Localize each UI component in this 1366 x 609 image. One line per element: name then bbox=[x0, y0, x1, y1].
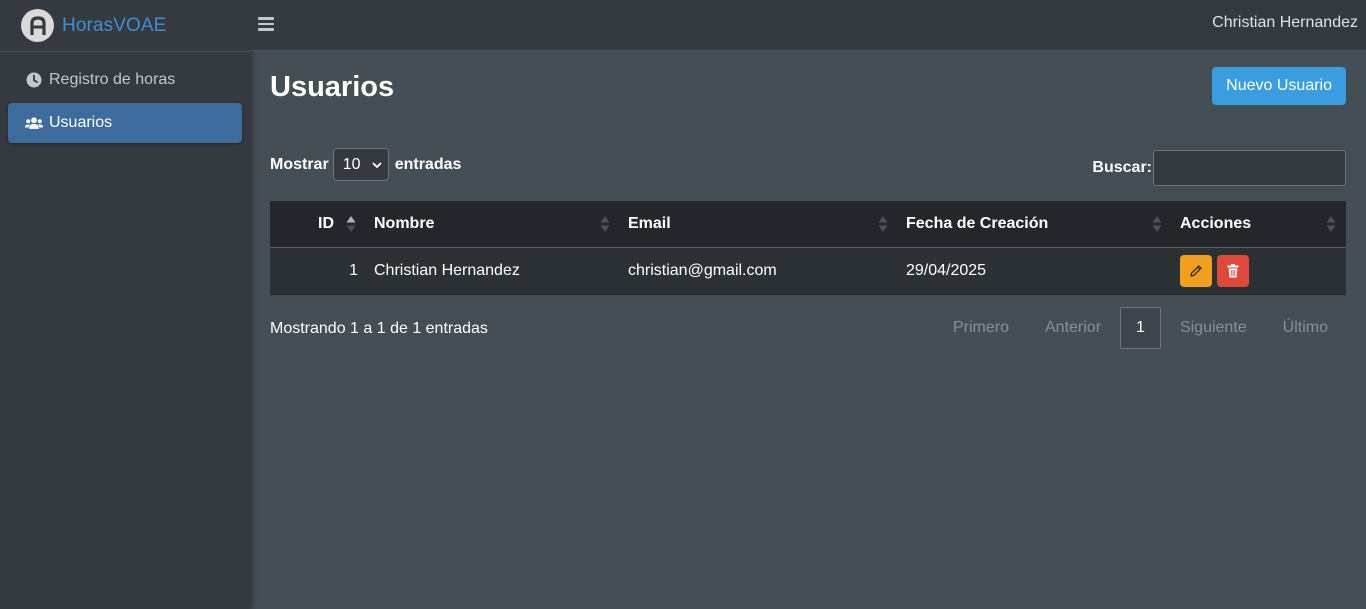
search-control: Buscar: bbox=[1092, 150, 1346, 186]
page-length-value: 10 bbox=[342, 155, 361, 173]
page-length-control: Mostrar 10 entradas bbox=[270, 148, 461, 181]
chevron-down-icon bbox=[372, 156, 382, 174]
brand-logo-icon bbox=[21, 9, 54, 42]
cell-actions bbox=[1172, 247, 1346, 295]
cell-created: 29/04/2025 bbox=[898, 247, 1172, 295]
brand-name: HorasVOAE bbox=[62, 15, 166, 37]
users-icon bbox=[25, 114, 43, 132]
sidebar: HorasVOAE Registro de horas Usuarios bbox=[0, 0, 250, 609]
pagination-first[interactable]: Primero bbox=[935, 307, 1027, 349]
table-row: 1 Christian Hernandez christian@gmail.co… bbox=[270, 247, 1346, 295]
brand-name-light: VOAE bbox=[113, 14, 167, 36]
user-name[interactable]: Christian Hernandez bbox=[1212, 14, 1358, 32]
pagination-previous[interactable]: Anterior bbox=[1027, 307, 1119, 349]
brand[interactable]: HorasVOAE bbox=[0, 0, 250, 52]
sort-icon bbox=[878, 215, 888, 233]
column-header-label: Email bbox=[628, 214, 671, 232]
pagination-page-current[interactable]: 1 bbox=[1120, 307, 1161, 349]
cell-name: Christian Hernandez bbox=[366, 247, 620, 295]
trash-icon bbox=[1227, 263, 1239, 277]
brand-name-bold: Horas bbox=[62, 14, 114, 36]
sort-icon bbox=[1326, 215, 1336, 233]
table-header-row: ID Nombre Email Fecha de Creación Accion… bbox=[270, 201, 1346, 248]
column-header-email[interactable]: Email bbox=[620, 201, 898, 248]
column-header-label: Nombre bbox=[374, 214, 435, 232]
column-header-created[interactable]: Fecha de Creación bbox=[898, 201, 1172, 248]
table-info: Mostrando 1 a 1 de 1 entradas bbox=[270, 320, 488, 337]
sidebar-item-registro-de-horas[interactable]: Registro de horas bbox=[8, 60, 242, 100]
show-label: Mostrar bbox=[270, 155, 329, 173]
topbar: Christian Hernandez bbox=[250, 0, 1366, 51]
pagination-last[interactable]: Último bbox=[1265, 307, 1346, 349]
entries-label: entradas bbox=[394, 155, 462, 173]
search-label: Buscar: bbox=[1092, 159, 1152, 176]
menu-toggle-icon[interactable] bbox=[258, 14, 274, 34]
delete-button[interactable] bbox=[1217, 254, 1250, 287]
sidebar-nav: Registro de horas Usuarios bbox=[0, 52, 250, 143]
users-table: ID Nombre Email Fecha de Creación Accion… bbox=[270, 201, 1346, 295]
column-header-actions[interactable]: Acciones bbox=[1172, 201, 1346, 248]
sort-ascending-icon bbox=[346, 215, 356, 233]
edit-button[interactable] bbox=[1180, 254, 1212, 287]
sidebar-item-label: Usuarios bbox=[49, 114, 113, 131]
pencil-icon bbox=[1190, 264, 1202, 277]
sort-icon bbox=[600, 215, 610, 233]
new-user-button[interactable]: Nuevo Usuario bbox=[1212, 67, 1346, 105]
column-header-id[interactable]: ID bbox=[270, 201, 366, 248]
pagination: Primero Anterior 1 Siguiente Último bbox=[935, 307, 1346, 349]
column-header-name[interactable]: Nombre bbox=[366, 201, 620, 248]
cell-email: christian@gmail.com bbox=[620, 247, 898, 295]
sidebar-item-label: Registro de horas bbox=[49, 71, 176, 88]
column-header-label: Acciones bbox=[1180, 214, 1252, 232]
column-header-label: Fecha de Creación bbox=[906, 214, 1049, 232]
sidebar-item-usuarios[interactable]: Usuarios bbox=[8, 103, 242, 143]
cell-id: 1 bbox=[270, 247, 366, 295]
column-header-label: ID bbox=[318, 214, 334, 232]
pagination-next[interactable]: Siguiente bbox=[1162, 307, 1265, 349]
page-title: Usuarios bbox=[270, 71, 395, 103]
search-input[interactable] bbox=[1153, 150, 1346, 186]
page-length-select[interactable]: 10 bbox=[332, 148, 389, 181]
clock-icon bbox=[25, 71, 43, 89]
sort-icon bbox=[1152, 215, 1162, 233]
